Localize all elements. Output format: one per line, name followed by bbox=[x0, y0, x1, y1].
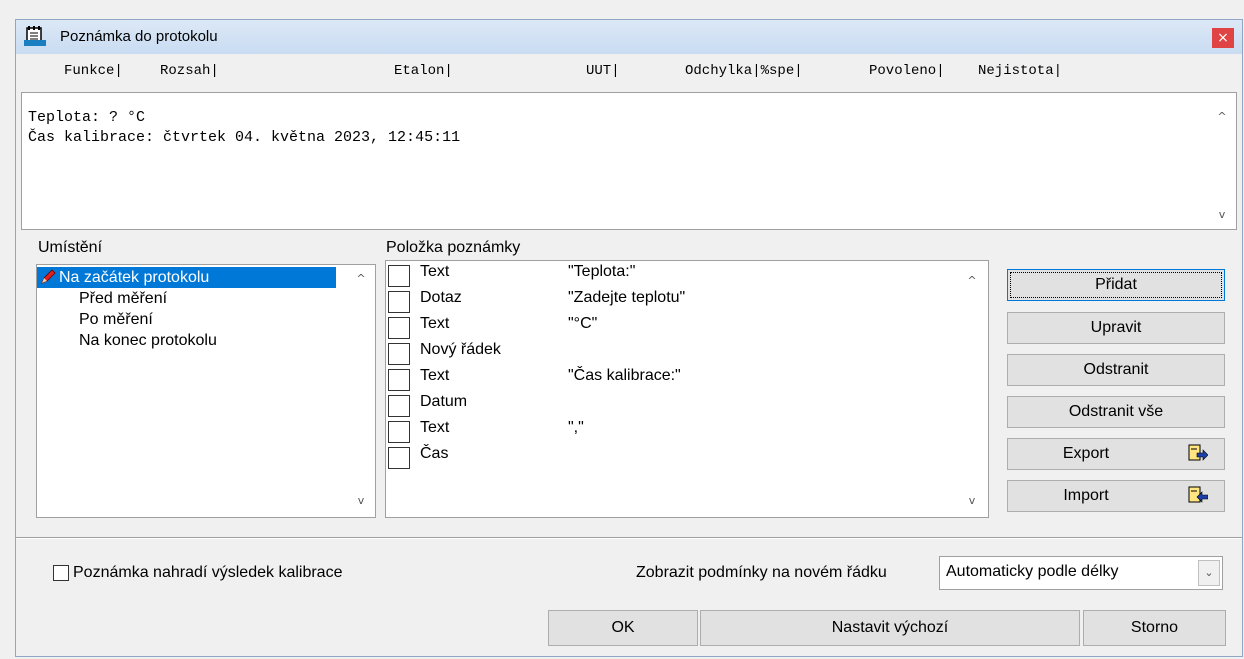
location-label: Umístění bbox=[38, 239, 103, 256]
item-type: Text bbox=[420, 367, 450, 384]
list-item[interactable]: Nový řádek bbox=[386, 341, 946, 367]
item-type: Text bbox=[420, 419, 450, 436]
note-item-list[interactable]: Text "Teplota:" Dotaz "Zadejte teplotu" … bbox=[385, 260, 989, 518]
conditions-label: Zobrazit podmínky na novém řádku bbox=[636, 564, 887, 581]
item-checkbox[interactable] bbox=[388, 343, 410, 365]
conditions-value: Automaticky podle délky bbox=[946, 563, 1119, 580]
note-item-label: Položka poznámky bbox=[386, 239, 521, 256]
cancel-button[interactable]: Storno bbox=[1083, 610, 1226, 646]
replace-result-label: Poznámka nahradí výsledek kalibrace bbox=[73, 564, 343, 581]
set-default-button[interactable]: Nastavit výchozí bbox=[700, 610, 1080, 646]
location-list[interactable]: Na začátek protokolu Před měření Po měře… bbox=[36, 264, 376, 518]
column-header: Povoleno| bbox=[869, 63, 945, 79]
list-item[interactable]: Text "°C" bbox=[386, 315, 946, 341]
location-item-before[interactable]: Před měření bbox=[79, 288, 167, 309]
add-button[interactable]: Přidat bbox=[1007, 269, 1225, 301]
conditions-select[interactable]: Automaticky podle délky ⌄ bbox=[939, 556, 1223, 590]
import-icon bbox=[1188, 486, 1208, 503]
separator bbox=[16, 537, 1242, 539]
item-type: Nový řádek bbox=[420, 341, 501, 358]
scroll-down-icon[interactable]: v bbox=[1214, 207, 1230, 223]
item-type: Čas bbox=[420, 445, 449, 462]
list-item[interactable]: Datum bbox=[386, 393, 946, 419]
list-item[interactable]: Text "Teplota:" bbox=[386, 263, 946, 289]
list-item[interactable]: Text "Čas kalibrace:" bbox=[386, 367, 946, 393]
import-label: Import bbox=[1063, 487, 1109, 504]
remove-all-button[interactable]: Odstranit vše bbox=[1007, 396, 1225, 428]
list-item[interactable]: Čas bbox=[386, 445, 946, 471]
remove-button[interactable]: Odstranit bbox=[1007, 354, 1225, 386]
chevron-down-icon[interactable]: ⌄ bbox=[1198, 560, 1220, 586]
edit-button[interactable]: Upravit bbox=[1007, 312, 1225, 344]
item-type: Text bbox=[420, 315, 450, 332]
location-item-after[interactable]: Po měření bbox=[79, 309, 153, 330]
replace-result-checkbox[interactable] bbox=[53, 565, 69, 581]
column-header: Odchylka|%spe| bbox=[685, 63, 803, 79]
item-value: "Čas kalibrace:" bbox=[568, 367, 681, 384]
export-button[interactable]: Export bbox=[1007, 438, 1225, 470]
item-value: "°C" bbox=[568, 315, 598, 332]
column-header: Funkce| bbox=[64, 63, 123, 79]
item-checkbox[interactable] bbox=[388, 395, 410, 417]
scroll-up-icon[interactable]: ^ bbox=[1214, 109, 1230, 125]
list-item[interactable]: Text "," bbox=[386, 419, 946, 445]
list-item[interactable]: Dotaz "Zadejte teplotu" bbox=[386, 289, 946, 315]
scroll-up-icon[interactable]: ^ bbox=[353, 271, 369, 287]
import-button[interactable]: Import bbox=[1007, 480, 1225, 512]
location-item-start[interactable]: Na začátek protokolu bbox=[37, 267, 336, 288]
window-title: Poznámka do protokolu bbox=[60, 28, 218, 45]
preview-line: Teplota: ? °C bbox=[28, 109, 146, 126]
item-checkbox[interactable] bbox=[388, 291, 410, 313]
export-icon bbox=[1188, 444, 1208, 461]
scroll-down-icon[interactable]: v bbox=[964, 493, 980, 509]
location-item-end[interactable]: Na konec protokolu bbox=[79, 330, 217, 351]
note-dialog: Poznámka do protokolu × Funkce| Rozsah| … bbox=[15, 19, 1243, 657]
preview-line: Čas kalibrace: čtvrtek 04. května 2023, … bbox=[28, 129, 461, 146]
item-value: "Teplota:" bbox=[568, 263, 636, 280]
column-header: Rozsah| bbox=[160, 63, 219, 79]
item-checkbox[interactable] bbox=[388, 447, 410, 469]
notepad-icon bbox=[24, 26, 46, 46]
column-header: UUT| bbox=[586, 63, 620, 79]
scroll-up-icon[interactable]: ^ bbox=[964, 273, 980, 289]
item-value: "," bbox=[568, 419, 584, 436]
item-checkbox[interactable] bbox=[388, 421, 410, 443]
column-header: Nejistota| bbox=[978, 63, 1063, 79]
item-checkbox[interactable] bbox=[388, 369, 410, 391]
item-type: Dotaz bbox=[420, 289, 462, 306]
column-header: Etalon| bbox=[394, 63, 453, 79]
item-checkbox[interactable] bbox=[388, 265, 410, 287]
ok-button[interactable]: OK bbox=[548, 610, 698, 646]
item-value: "Zadejte teplotu" bbox=[568, 289, 686, 306]
export-label: Export bbox=[1062, 445, 1110, 462]
pencil-icon bbox=[41, 269, 56, 284]
item-type: Text bbox=[420, 263, 450, 280]
scroll-down-icon[interactable]: v bbox=[353, 493, 369, 509]
close-button[interactable]: × bbox=[1212, 28, 1234, 48]
title-bar: Poznámka do protokolu × bbox=[16, 20, 1242, 54]
note-preview-textarea[interactable]: Teplota: ? °C Čas kalibrace: čtvrtek 04.… bbox=[21, 92, 1237, 230]
item-type: Datum bbox=[420, 393, 468, 410]
item-checkbox[interactable] bbox=[388, 317, 410, 339]
